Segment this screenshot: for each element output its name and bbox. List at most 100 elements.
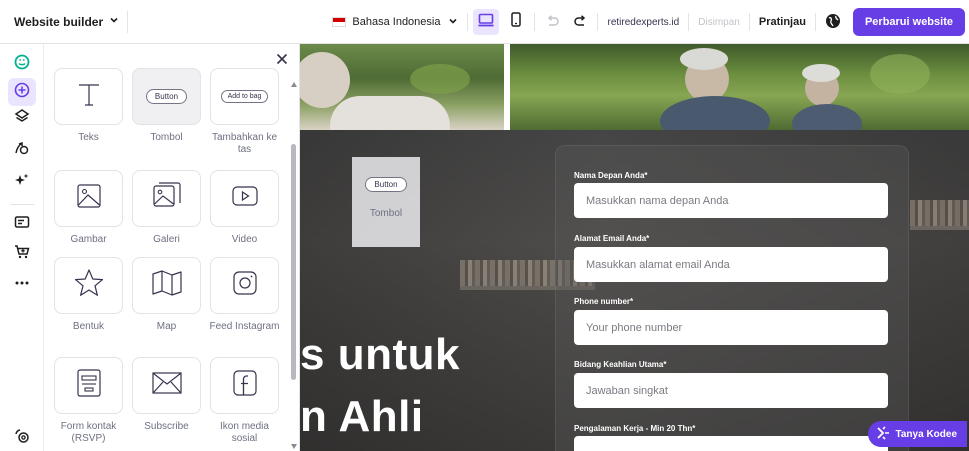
tile-label: Ikon media sosial [220, 421, 269, 444]
instagram-icon [231, 269, 259, 302]
builder-title: Website builder [14, 14, 104, 29]
expertise-label: Bidang Keahlian Utama* [574, 360, 667, 369]
person-shirt [330, 96, 450, 130]
garden-photo-left[interactable] [300, 44, 504, 130]
panel-scrollbar[interactable] [291, 144, 296, 380]
element-tile-add-to-bag[interactable]: Add to bag Tambahkan ke tas [210, 68, 279, 156]
hero-heading-line2[interactable]: n Ahli [300, 392, 424, 442]
rail-design[interactable] [8, 136, 36, 164]
redo-icon [574, 14, 587, 30]
element-tile-gallery[interactable]: Galeri [132, 170, 201, 246]
logo-icon [14, 54, 30, 75]
site-domain[interactable]: retiredexperts.id [607, 17, 679, 28]
tile-preview [210, 257, 279, 314]
design-icon [14, 140, 30, 161]
element-tile-contact-form[interactable]: Form kontak (RSVP) [54, 357, 123, 445]
hero-heading-line1[interactable]: s untuk [300, 330, 460, 380]
element-tile-video[interactable]: Video [210, 170, 279, 246]
button-preview: Button [365, 177, 407, 192]
tile-preview [132, 357, 201, 414]
layers-icon [14, 108, 30, 129]
rail-layers[interactable] [8, 104, 36, 132]
rail-help[interactable] [8, 424, 36, 451]
ai-tools-icon [14, 172, 30, 193]
update-website-button[interactable]: Perbarui website [852, 8, 965, 36]
rail-ai-tools[interactable] [8, 168, 36, 196]
garden-photo-right[interactable] [510, 44, 969, 130]
rail-divider [10, 204, 34, 205]
envelope-icon [151, 371, 183, 400]
first-name-input[interactable] [574, 183, 888, 218]
rail-logo[interactable] [8, 50, 36, 78]
element-tile-text[interactable]: Teks [54, 68, 123, 144]
facebook-icon [231, 368, 259, 403]
mobile-icon [511, 12, 522, 32]
experience-input[interactable] [574, 436, 888, 451]
gallery-icon [152, 181, 182, 216]
rail-more[interactable] [8, 268, 36, 296]
ai-assistant-icon [876, 425, 890, 443]
element-tile-social-icons[interactable]: Ikon media sosial [210, 357, 279, 445]
element-tile-image[interactable]: Gambar [54, 170, 123, 246]
add-elements-panel: Teks Button Tombol Add to bag Tambahkan … [44, 44, 300, 451]
element-tile-map[interactable]: Map [132, 257, 201, 333]
globe-icon [825, 13, 841, 32]
rail-blog[interactable] [8, 210, 36, 238]
element-tile-shape[interactable]: Bentuk [54, 257, 123, 333]
tile-preview [54, 257, 123, 314]
phone-input[interactable] [574, 310, 888, 345]
more-icon [14, 273, 30, 291]
tile-label: Form kontak (RSVP) [60, 421, 117, 444]
dragged-button-element[interactable]: Button Tombol [352, 157, 420, 247]
shelf-decor [910, 226, 969, 230]
bookshelf-decor [910, 200, 969, 226]
ask-kodee-button[interactable]: Tanya Kodee [867, 421, 967, 447]
divider [688, 13, 690, 31]
language-selector[interactable]: Bahasa Indonesia [332, 16, 458, 29]
undo-icon [546, 14, 559, 30]
email-input[interactable] [574, 247, 888, 282]
tile-preview [54, 68, 123, 125]
person-apron [660, 96, 770, 130]
left-toolbar [0, 44, 44, 451]
scroll-down-arrow[interactable] [291, 444, 297, 449]
divider [814, 13, 816, 31]
expertise-input[interactable] [574, 373, 888, 408]
element-tile-subscribe[interactable]: Subscribe [132, 357, 201, 433]
desktop-icon [478, 13, 494, 32]
publish-settings-button[interactable] [821, 9, 845, 35]
save-status: Disimpan [698, 16, 740, 28]
person-apron [792, 104, 862, 130]
tile-label: Feed Instagram [209, 321, 280, 332]
drag-label: Tombol [369, 208, 403, 219]
tile-label: Tombol [150, 132, 183, 143]
undo-button[interactable] [540, 9, 564, 35]
star-shape-icon [73, 267, 105, 304]
map-icon [151, 269, 183, 302]
rail-add-elements[interactable] [8, 78, 36, 106]
desktop-view-button[interactable] [473, 9, 500, 35]
tile-label: Tambahkan ke tas [211, 132, 278, 155]
element-tile-button[interactable]: Button Tombol [132, 68, 201, 144]
mobile-view-button[interactable] [503, 9, 529, 35]
scroll-up-arrow[interactable] [291, 82, 297, 87]
image-icon [75, 182, 103, 215]
top-bar: Website builder Bahasa Indonesia retired… [0, 0, 969, 44]
tile-preview: Button [132, 68, 201, 125]
divider [534, 13, 536, 31]
rail-store[interactable] [8, 240, 36, 268]
redo-button[interactable] [568, 9, 592, 35]
builder-menu[interactable]: Website builder [0, 0, 136, 43]
preview-button[interactable]: Pratinjau [759, 16, 806, 28]
element-tile-instagram-feed[interactable]: Feed Instagram [209, 257, 280, 333]
tile-preview [54, 170, 123, 227]
tile-preview [54, 357, 123, 414]
video-play-icon [231, 185, 259, 212]
language-label: Bahasa Indonesia [352, 16, 441, 28]
tile-preview [132, 170, 201, 227]
tile-label: Galeri [153, 234, 180, 245]
divider [597, 13, 599, 31]
foliage [410, 64, 470, 94]
divider [467, 13, 469, 31]
website-canvas[interactable]: s untuk n Ahli Button Tombol Nama Depan … [300, 44, 969, 451]
